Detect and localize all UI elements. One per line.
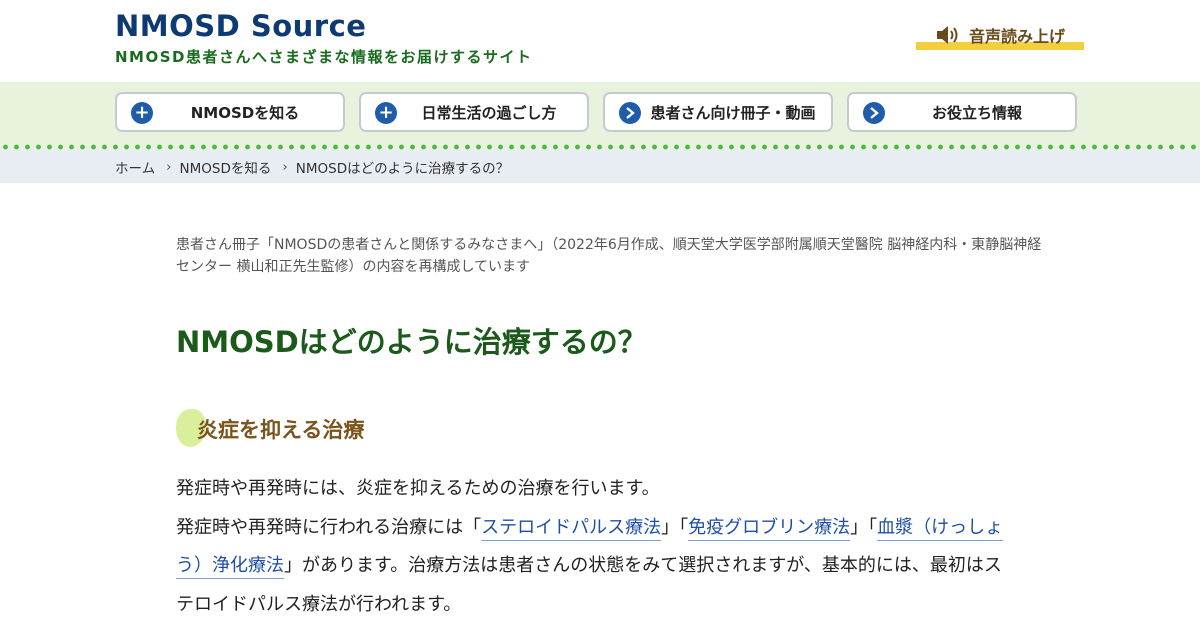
voice-readout-label: 音声読み上げ <box>968 27 1065 46</box>
global-nav: + NMOSDを知る + 日常生活の過ごし方 患者さん向け冊子・動画 お役立ち情… <box>0 82 1200 144</box>
bracket-separator: 」「 <box>661 516 689 538</box>
link-immunoglobulin[interactable]: 免疫グロブリン療法 <box>688 517 850 538</box>
plus-icon: + <box>375 102 397 124</box>
section-heading: 炎症を抑える治療 <box>176 409 364 449</box>
paragraph-2-rest: 」があります。治療方法は患者さんの状態をみて選択されますが、基本的には、最初はス… <box>176 555 1002 615</box>
nav-item-know-nmosd[interactable]: + NMOSDを知る <box>115 92 345 132</box>
nav-item-useful-info[interactable]: お役立ち情報 <box>847 92 1077 132</box>
section-heading-text: 炎症を抑える治療 <box>197 418 365 442</box>
site-tagline: NMOSD患者さんへさまざまな情報をお届けするサイト <box>115 48 533 66</box>
bracket-separator: 」「 <box>850 516 878 538</box>
source-note: 患者さん冊子「NMOSDの患者さんと関係するみなさまへ」（2022年6月作成、順… <box>176 237 1042 275</box>
chevron-right-icon <box>863 102 885 124</box>
breadcrumb-current: NMOSDはどのように治療するの？ <box>295 160 510 177</box>
voice-readout-button[interactable]: 音声読み上げ <box>916 20 1084 50</box>
site-logo[interactable]: NMOSD Source <box>115 9 366 43</box>
plus-icon: + <box>131 102 153 124</box>
breadcrumb: ホーム › NMOSDを知る › NMOSDはどのように治療するの？ <box>0 150 1200 183</box>
page-title: NMOSDはどのように治療するの？ <box>176 325 647 359</box>
link-steroid-pulse[interactable]: ステロイドパルス療法 <box>481 517 661 538</box>
breadcrumb-know-nmosd[interactable]: NMOSDを知る <box>180 157 272 177</box>
breadcrumb-separator: › <box>166 158 172 175</box>
body-text: 発症時や再発時には、炎症を抑えるための治療を行います。 発症時や再発時に行われる… <box>176 470 1012 624</box>
nav-item-booklets-videos[interactable]: 患者さん向け冊子・動画 <box>603 92 833 132</box>
paragraph-2-intro: 発症時や再発時に行われる治療には「 <box>176 516 482 538</box>
paragraph-1: 発症時や再発時には、炎症を抑えるための治療を行います。 <box>176 478 660 499</box>
breadcrumb-separator: › <box>282 158 288 175</box>
nav-item-daily-life[interactable]: + 日常生活の過ごし方 <box>359 92 589 132</box>
site-header: NMOSD Source NMOSD患者さんへさまざまな情報をお届けするサイト … <box>0 0 1200 82</box>
speaker-icon <box>935 24 961 46</box>
breadcrumb-home[interactable]: ホーム <box>115 157 155 177</box>
chevron-right-icon <box>619 102 641 124</box>
